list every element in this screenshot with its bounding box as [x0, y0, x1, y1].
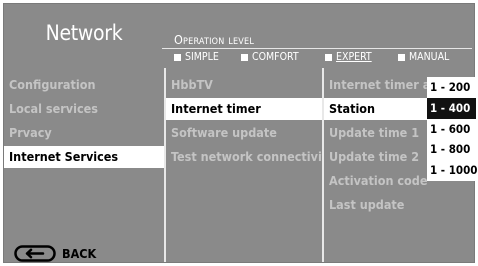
mode-comfort[interactable]: COMFORT: [241, 51, 299, 63]
setting-station[interactable]: Station: [324, 98, 428, 120]
mode-manual[interactable]: MANUAL: [398, 51, 449, 63]
menu-item-local-services[interactable]: Local services: [4, 98, 164, 120]
submenu-item-hbbtv[interactable]: HbbTV: [166, 74, 322, 96]
dropdown-option[interactable]: 1 - 600: [427, 119, 476, 140]
dropdown-option[interactable]: 1 - 800: [427, 139, 476, 160]
page-title: Network: [45, 21, 123, 45]
mode-expert[interactable]: EXPERT: [325, 51, 372, 63]
header: Network Operation level SIMPLE COMFORT E…: [4, 4, 474, 68]
checkbox-square-icon: [325, 53, 332, 61]
setting-last-update[interactable]: Last update: [324, 194, 474, 216]
mode-label: SIMPLE: [185, 51, 219, 63]
operation-level-label: Operation level: [174, 32, 255, 47]
back-button[interactable]: BACK: [14, 245, 96, 262]
mode-simple[interactable]: SIMPLE: [174, 51, 219, 63]
menu-item-privacy[interactable]: Prvacy: [4, 122, 164, 144]
submenu-item-software-update[interactable]: Software update: [166, 122, 322, 144]
operation-level-divider: [162, 48, 472, 49]
mode-label: EXPERT: [336, 51, 372, 63]
submenu-column: HbbTV Internet timer Software update Tes…: [166, 68, 322, 262]
dropdown-option-selected[interactable]: 1 - 400: [427, 97, 476, 119]
back-label: BACK: [62, 246, 97, 261]
checkbox-square-icon: [398, 53, 405, 61]
main-menu-column: Configuration Local services Prvacy Inte…: [4, 68, 164, 262]
mode-label: COMFORT: [252, 51, 299, 63]
menu-item-internet-services[interactable]: Internet Services: [4, 146, 164, 168]
dropdown-option[interactable]: 1 - 200: [427, 77, 476, 98]
dropdown-option[interactable]: 1 - 1000: [427, 160, 478, 181]
submenu-item-internet-timer[interactable]: Internet timer: [166, 98, 322, 120]
checkbox-square-icon: [174, 53, 181, 61]
mode-label: MANUAL: [409, 51, 450, 63]
menu-item-configuration[interactable]: Configuration: [4, 74, 164, 96]
station-dropdown[interactable]: 1 - 200 1 - 400 1 - 600 1 - 800 1 - 1000: [427, 77, 478, 181]
network-menu-panel: Network Operation level SIMPLE COMFORT E…: [3, 3, 475, 263]
checkbox-square-icon: [241, 53, 248, 61]
remote-back-icon: [14, 245, 56, 262]
submenu-item-test-network-connectivity[interactable]: Test network connectivity: [166, 146, 322, 168]
